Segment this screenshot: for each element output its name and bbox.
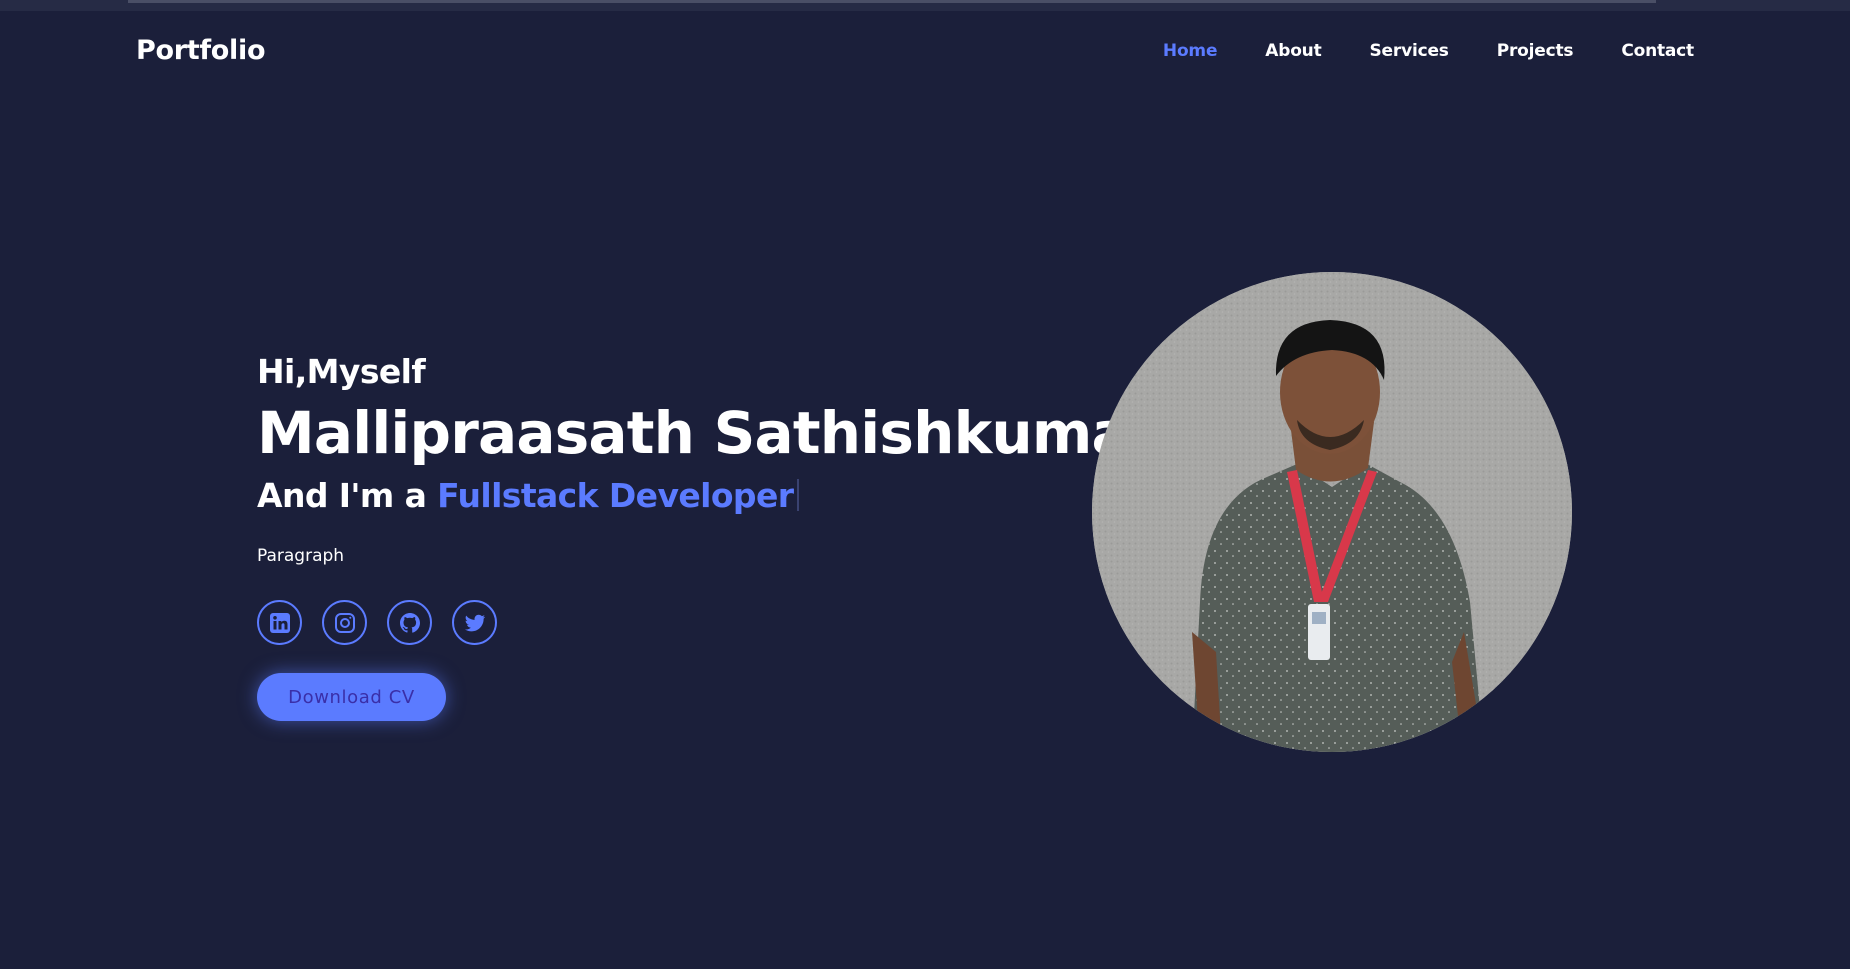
nav-contact[interactable]: Contact xyxy=(1621,41,1694,61)
hero-section: Hi,Myself Mallipraasath Sathishkumar And… xyxy=(257,350,1158,721)
social-links xyxy=(257,600,1077,645)
profile-photo xyxy=(1092,272,1572,752)
hero-paragraph: Paragraph xyxy=(257,546,345,566)
instagram-icon xyxy=(334,612,355,633)
github-icon xyxy=(399,612,420,633)
profile-photo-illustration xyxy=(1092,272,1572,752)
twitter-link[interactable] xyxy=(452,600,497,645)
site-logo[interactable]: Portfolio xyxy=(136,35,266,66)
nav-home[interactable]: Home xyxy=(1163,41,1218,61)
instagram-link[interactable] xyxy=(322,600,367,645)
site-header: Portfolio Home About Services Projects C… xyxy=(0,11,1850,93)
main-nav: Home About Services Projects Contact xyxy=(1163,41,1694,61)
download-cv-button[interactable]: Download CV xyxy=(257,673,446,721)
browser-top-strip xyxy=(0,0,1850,11)
github-link[interactable] xyxy=(387,600,432,645)
nav-services[interactable]: Services xyxy=(1370,41,1449,61)
linkedin-link[interactable] xyxy=(257,600,302,645)
nav-projects[interactable]: Projects xyxy=(1497,41,1574,61)
hero-name: Mallipraasath Sathishkumar xyxy=(257,399,1158,467)
hero-greeting: Hi,Myself xyxy=(257,352,426,391)
browser-scroll-bar xyxy=(128,0,1656,3)
nav-about[interactable]: About xyxy=(1265,41,1321,61)
linkedin-icon xyxy=(269,612,290,633)
hero-role: And I'm a Fullstack Developer xyxy=(257,474,1077,518)
typing-cursor xyxy=(797,479,800,511)
twitter-icon xyxy=(464,614,485,631)
role-highlight: Fullstack Developer xyxy=(437,476,794,515)
role-prefix: And I'm a xyxy=(257,476,427,515)
